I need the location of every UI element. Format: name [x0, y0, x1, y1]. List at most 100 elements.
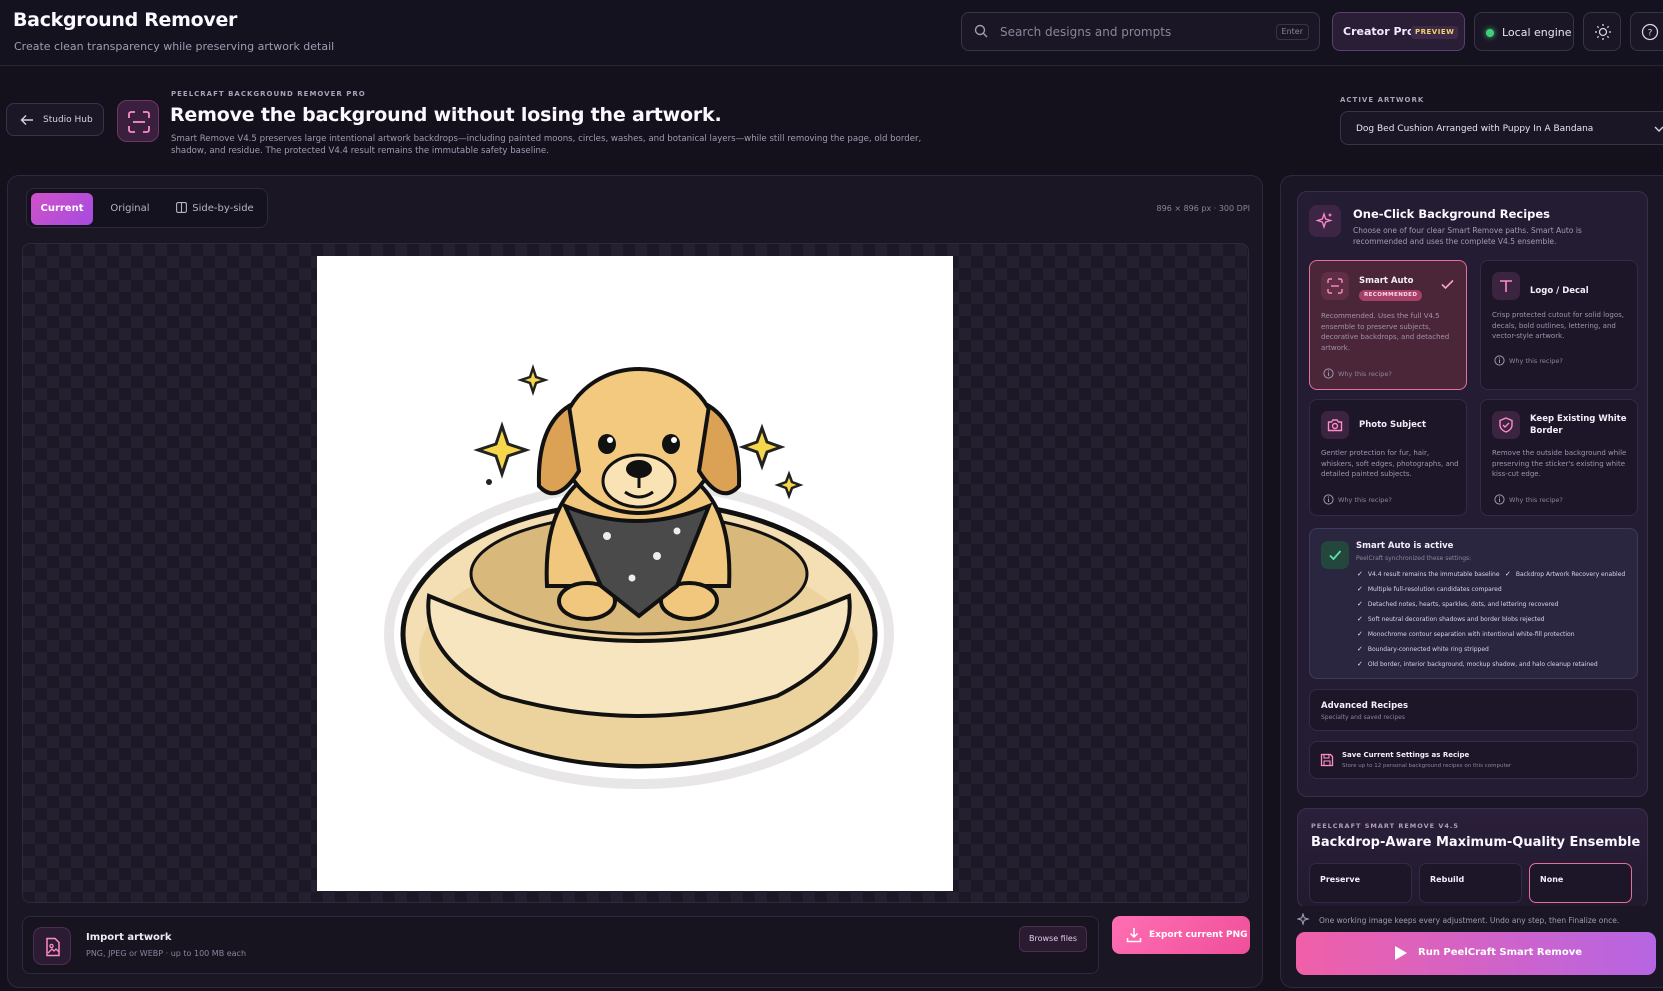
- artwork-stage[interactable]: [22, 243, 1249, 903]
- info-icon: [1494, 355, 1505, 366]
- preview-tag: PREVIEW: [1411, 26, 1459, 39]
- recipe-icon-tile: [1321, 272, 1349, 300]
- tab-original[interactable]: Original: [97, 193, 163, 225]
- info-icon: [1323, 494, 1334, 505]
- artwork-preview: [317, 256, 953, 891]
- setting-item: Old border, interior background, mockup …: [1357, 660, 1598, 668]
- search-icon: [974, 24, 988, 38]
- recipe-name: Logo / Decal: [1530, 286, 1589, 296]
- save-icon: [1320, 753, 1334, 767]
- text-icon: [1500, 280, 1512, 292]
- tab-original-label: Original: [110, 203, 150, 214]
- recipes-subtitle: Choose one of four clear Smart Remove pa…: [1353, 226, 1582, 246]
- why-this-recipe-link[interactable]: Why this recipe?: [1323, 494, 1392, 505]
- tab-side-by-side[interactable]: Side-by-side: [165, 193, 265, 225]
- recipe-name: Photo Subject: [1359, 420, 1427, 430]
- active-subtitle: PeelCraft synchronized these settings:: [1356, 555, 1472, 562]
- recipe-card-logo-decal[interactable]: Logo / Decal Crisp protected cutout for …: [1480, 260, 1638, 390]
- import-subtitle: PNG, JPEG or WEBP · up to 100 MB each: [86, 949, 247, 958]
- local-engine-status[interactable]: Local engine: [1474, 12, 1574, 51]
- page-description: Smart Remove V4.5 preserves large intent…: [171, 134, 922, 156]
- engine-status-dot: [1486, 29, 1494, 37]
- setting-item: Soft neutral decoration shadows and bord…: [1357, 615, 1545, 623]
- why-label: Why this recipe?: [1509, 357, 1563, 365]
- recommended-badge: RECOMMENDED: [1359, 290, 1423, 301]
- mode-preserve[interactable]: Preserve: [1309, 863, 1412, 903]
- advanced-subtitle: Specialty and saved recipes: [1321, 714, 1406, 721]
- recipe-icon-tile: [1492, 411, 1520, 439]
- selected-check-icon: [1441, 279, 1454, 290]
- theme-toggle-button[interactable]: [1583, 12, 1621, 51]
- back-to-studio-hub-button[interactable]: Studio Hub: [6, 103, 104, 136]
- image-file-icon: [46, 937, 60, 957]
- recipe-name: Keep Existing White Border: [1530, 414, 1627, 436]
- recipe-icon-tile: [1492, 272, 1520, 300]
- mode-label: Rebuild: [1430, 875, 1465, 884]
- smart-auto-active-summary: Smart Auto is active PeelCraft synchroni…: [1309, 528, 1638, 679]
- save-recipe-button[interactable]: Save Current Settings as Recipe Store up…: [1309, 741, 1638, 779]
- import-artwork-dropzone[interactable]: Import artwork PNG, JPEG or WEBP · up to…: [22, 916, 1099, 974]
- info-icon: [1323, 368, 1334, 379]
- browse-files-button[interactable]: Browse files: [1019, 926, 1087, 952]
- active-artwork-value: Dog Bed Cushion Arranged with Puppy In A…: [1356, 124, 1594, 134]
- top-bar: Background Remover Create clean transpar…: [0, 0, 1663, 66]
- recipe-card-photo-subject[interactable]: Photo Subject Gentler protection for fur…: [1309, 399, 1467, 516]
- recipe-description: Recommended. Uses the full V4.5 ensemble…: [1321, 312, 1450, 352]
- save-subtitle: Store up to 12 personal background recip…: [1342, 763, 1512, 769]
- recipe-description: Crisp protected cutout for solid logos, …: [1492, 311, 1624, 340]
- app-title: Background Remover: [13, 9, 238, 31]
- creator-pro-label: Creator Pro: [1343, 25, 1415, 38]
- mode-none[interactable]: None: [1529, 863, 1632, 903]
- ensemble-eyebrow: PEELCRAFT SMART REMOVE V4.5: [1311, 822, 1459, 830]
- puppy-artwork-illustration: [384, 364, 894, 789]
- search-input[interactable]: [1000, 22, 1260, 42]
- camera-icon: [1327, 419, 1343, 432]
- active-artwork-select[interactable]: Dog Bed Cushion Arranged with Puppy In A…: [1340, 111, 1663, 145]
- mode-label: Preserve: [1320, 875, 1361, 884]
- image-dimensions: 896 × 896 px · 300 DPI: [1156, 204, 1250, 213]
- recipes-title: One-Click Background Recipes: [1353, 207, 1551, 221]
- mode-rebuild[interactable]: Rebuild: [1419, 863, 1522, 903]
- scan-icon: [1327, 278, 1343, 294]
- active-title: Smart Auto is active: [1356, 541, 1454, 551]
- why-label: Why this recipe?: [1338, 496, 1392, 504]
- scan-icon: [128, 111, 150, 133]
- why-this-recipe-link[interactable]: Why this recipe?: [1494, 355, 1563, 366]
- sparkle-icon: [1316, 212, 1333, 230]
- engine-label: Local engine: [1502, 26, 1572, 39]
- why-this-recipe-link[interactable]: Why this recipe?: [1323, 368, 1392, 379]
- help-icon: ?: [1641, 23, 1659, 41]
- why-label: Why this recipe?: [1338, 370, 1392, 378]
- ensemble-panel: PEELCRAFT SMART REMOVE V4.5 Backdrop-Awa…: [1297, 808, 1648, 908]
- hero-scan-icon-tile: [117, 100, 159, 142]
- workflow-note: One working image keeps every adjustment…: [1297, 906, 1648, 932]
- arrow-left-icon: [20, 115, 33, 125]
- search-box[interactable]: Enter: [961, 12, 1320, 51]
- download-icon: [1126, 928, 1142, 943]
- run-smart-remove-button[interactable]: Run PeelCraft Smart Remove: [1296, 932, 1656, 975]
- why-this-recipe-link[interactable]: Why this recipe?: [1494, 494, 1563, 505]
- play-icon: [1395, 946, 1407, 960]
- export-png-button[interactable]: Export current PNG: [1112, 916, 1250, 954]
- why-label: Why this recipe?: [1509, 496, 1563, 504]
- advanced-recipes-toggle[interactable]: Advanced Recipes Specialty and saved rec…: [1309, 689, 1638, 731]
- setting-item: Monochrome contour separation with inten…: [1357, 630, 1575, 638]
- help-button[interactable]: ?: [1630, 12, 1663, 51]
- import-title: Import artwork: [86, 932, 172, 943]
- active-icon-tile: [1321, 541, 1349, 569]
- recipe-card-smart-auto[interactable]: Smart Auto RECOMMENDED Recommended. Uses…: [1309, 260, 1467, 390]
- back-label: Studio Hub: [43, 115, 93, 125]
- setting-item: Multiple full-resolution candidates comp…: [1357, 585, 1502, 593]
- tab-current[interactable]: Current: [31, 193, 93, 225]
- recipe-card-keep-white-border[interactable]: Keep Existing White Border Remove the ou…: [1480, 399, 1638, 516]
- recipe-description: Remove the outside background while pres…: [1492, 449, 1627, 478]
- hero-eyebrow: PEELCRAFT BACKGROUND REMOVER PRO: [171, 90, 366, 98]
- app-subtitle: Create clean transparency while preservi…: [14, 40, 335, 53]
- right-panel: One-Click Background Recipes Choose one …: [1280, 175, 1663, 988]
- recipes-icon-tile: [1309, 205, 1341, 237]
- setting-item: Detached notes, hearts, sparkles, dots, …: [1357, 600, 1559, 608]
- active-artwork-label: ACTIVE ARTWORK: [1340, 96, 1425, 104]
- creator-pro-button[interactable]: Creator Pro PREVIEW: [1332, 12, 1465, 51]
- chevron-down-icon: [1654, 126, 1663, 132]
- svg-text:?: ?: [1648, 29, 1653, 39]
